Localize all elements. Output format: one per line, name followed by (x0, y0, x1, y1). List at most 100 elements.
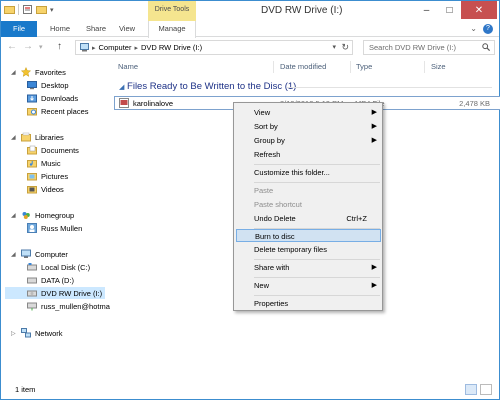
explorer-window: ▾ Drive Tools DVD RW Drive (I:) – □ ✕ Fi… (0, 0, 500, 400)
search-icon[interactable] (482, 43, 490, 51)
nav-item-network-share[interactable]: russ_mullen@hotma (27, 300, 110, 312)
customize-toolbar-chevron-icon[interactable]: ▾ (50, 6, 54, 14)
nav-item-data-d[interactable]: DATA (D:) (27, 274, 74, 286)
nav-item-downloads[interactable]: Downloads (27, 92, 78, 104)
downloads-icon (27, 94, 37, 103)
tab-share[interactable]: Share (81, 21, 111, 37)
up-arrow-icon[interactable]: ↑ (57, 41, 62, 52)
tab-view[interactable]: View (114, 21, 140, 37)
breadcrumb-separator-icon[interactable]: ▸ (134, 44, 138, 52)
menu-item-properties[interactable]: Properties (236, 297, 381, 310)
search-input[interactable]: Search DVD RW Drive (I:) (363, 40, 495, 55)
menu-item-label: Undo Delete (254, 214, 296, 223)
properties-icon[interactable] (22, 4, 33, 15)
nav-item-local-disk-c[interactable]: Local Disk (C:) (27, 261, 90, 273)
nav-item-label: Music (41, 158, 61, 168)
nav-item-music[interactable]: Music (27, 157, 61, 169)
nav-item-desktop[interactable]: Desktop (27, 79, 69, 91)
column-header-size[interactable]: Size (431, 59, 446, 75)
recent-locations-chevron-icon[interactable]: ▾ (39, 43, 43, 51)
nav-item-label: Russ Mullen (41, 223, 83, 233)
maximize-button[interactable]: □ (438, 1, 461, 19)
collapse-group-chevron-icon[interactable]: ◢ (119, 84, 124, 91)
drive-icon (27, 263, 37, 271)
nav-item-recent-places[interactable]: Recent places (27, 105, 89, 117)
nav-item-label: Pictures (41, 171, 69, 181)
tab-file[interactable]: File (1, 21, 37, 37)
menu-item-burn-to-disc[interactable]: Burn to disc (236, 229, 381, 242)
address-field[interactable]: ▸ Computer ▸ DVD RW Drive (I:) ▾ ↻ (75, 40, 353, 55)
nav-item-pictures[interactable]: Pictures (27, 170, 68, 182)
expand-ribbon-chevron-icon[interactable]: ⌄ (470, 24, 477, 33)
nav-homegroup[interactable]: ◢ Homegroup (11, 209, 74, 221)
column-divider[interactable] (350, 61, 351, 73)
nav-item-videos[interactable]: Videos (27, 183, 64, 195)
column-header-type[interactable]: Type (356, 59, 372, 75)
address-dropdown-icon[interactable]: ▾ (332, 43, 336, 51)
breadcrumb-computer[interactable]: Computer (99, 43, 132, 52)
title-bar: ▾ Drive Tools DVD RW Drive (I:) – □ ✕ (1, 1, 499, 21)
nav-libraries[interactable]: ◢ Libraries (11, 131, 64, 143)
menu-item-view[interactable]: View ▶ (236, 106, 381, 119)
menu-item-customize-folder[interactable]: Customize this folder... (236, 166, 381, 179)
nav-item-label: russ_mullen@hotma (41, 301, 110, 311)
column-divider[interactable] (424, 61, 425, 73)
group-header[interactable]: ◢ Files Ready to Be Written to the Disc … (119, 81, 296, 92)
nav-item-dvd-rw-drive[interactable]: DVD RW Drive (I:) (5, 287, 105, 299)
details-view-icon[interactable] (465, 384, 477, 395)
refresh-icon[interactable]: ↻ (341, 42, 349, 53)
minimize-button[interactable]: – (415, 1, 438, 19)
address-bar-row: ← → ▾ ↑ ▸ Computer ▸ DVD RW Drive (I:) ▾… (1, 38, 499, 58)
breadcrumb-dvd-drive[interactable]: DVD RW Drive (I:) (141, 43, 202, 52)
system-folder-icon[interactable] (4, 4, 15, 15)
large-icons-view-icon[interactable] (480, 384, 492, 395)
menu-item-shortcut: Ctrl+Z (346, 214, 367, 223)
group-title-text: Files Ready to Be Written to the Disc (1… (127, 81, 297, 92)
expand-chevron-icon[interactable]: ▷ (11, 330, 16, 337)
libraries-icon (21, 132, 31, 142)
dvd-drive-icon (27, 290, 37, 297)
column-header-name[interactable]: Name (118, 59, 138, 75)
nav-computer[interactable]: ◢ Computer (11, 248, 68, 260)
menu-item-label: Refresh (254, 150, 281, 159)
nav-favorites[interactable]: ◢ Favorites (11, 66, 66, 78)
menu-item-share-with[interactable]: Share with ▶ (236, 261, 381, 274)
menu-item-sort-by[interactable]: Sort by ▶ (236, 120, 381, 133)
submenu-arrow-icon: ▶ (371, 123, 377, 130)
homegroup-icon (22, 212, 30, 219)
submenu-arrow-icon: ▶ (371, 282, 377, 289)
user-icon (27, 223, 37, 233)
collapse-chevron-icon[interactable]: ◢ (11, 134, 16, 141)
nav-item-label: Downloads (41, 93, 79, 103)
search-placeholder: Search DVD RW Drive (I:) (369, 43, 456, 52)
collapse-chevron-icon[interactable]: ◢ (11, 212, 16, 219)
video-file-icon (119, 98, 129, 108)
column-divider[interactable] (273, 61, 274, 73)
help-icon[interactable]: ? (483, 24, 493, 34)
group-divider (287, 87, 492, 88)
nav-item-documents[interactable]: Documents (27, 144, 79, 156)
collapse-chevron-icon[interactable]: ◢ (11, 69, 16, 76)
menu-item-delete-temporary-files[interactable]: Delete temporary files (236, 243, 381, 256)
nav-item-russ-mullen[interactable]: Russ Mullen (27, 222, 82, 234)
menu-item-undo-delete[interactable]: Undo Delete Ctrl+Z (236, 212, 381, 225)
menu-item-group-by[interactable]: Group by ▶ (236, 134, 381, 147)
file-size: 2,478 KB (459, 99, 490, 108)
menu-separator (254, 295, 380, 296)
menu-item-refresh[interactable]: Refresh (236, 148, 381, 161)
breadcrumb-separator-icon[interactable]: ▸ (92, 44, 96, 52)
close-button[interactable]: ✕ (461, 1, 497, 19)
menu-item-label: Sort by (254, 122, 278, 131)
new-folder-icon[interactable] (36, 4, 47, 15)
forward-arrow-icon[interactable]: → (23, 41, 33, 52)
menu-item-label: Properties (254, 299, 289, 308)
nav-network[interactable]: ▷ Network (11, 327, 63, 339)
menu-item-new[interactable]: New ▶ (236, 279, 381, 292)
menu-item-label: Paste (254, 186, 274, 195)
tab-manage[interactable]: Manage (148, 21, 196, 38)
nav-item-label: DVD RW Drive (I:) (41, 288, 103, 298)
column-header-date-modified[interactable]: Date modified (280, 59, 326, 75)
back-arrow-icon[interactable]: ← (7, 41, 17, 52)
collapse-chevron-icon[interactable]: ◢ (11, 251, 16, 258)
tab-home[interactable]: Home (45, 21, 75, 37)
